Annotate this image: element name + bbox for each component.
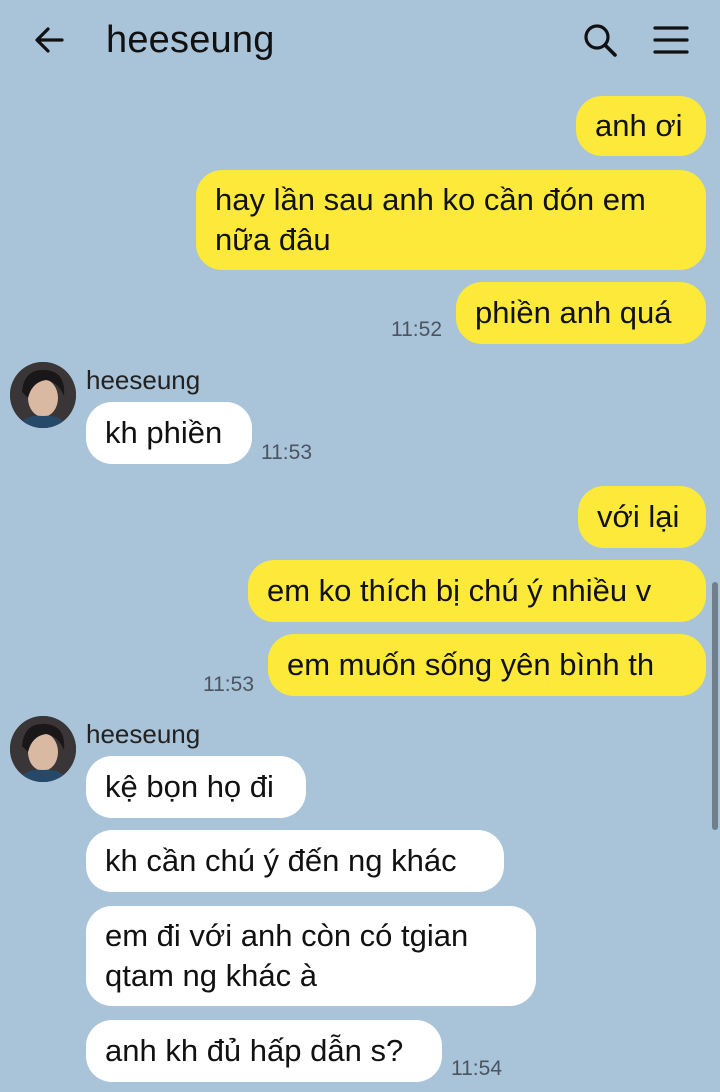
their-message-bubble[interactable]: em đi với anh còn có tgian qtam ng khác … [86, 906, 536, 1006]
avatar[interactable] [10, 716, 76, 782]
message-time: 11:54 [451, 1057, 502, 1080]
search-button[interactable] [580, 20, 620, 60]
my-message-bubble[interactable]: với lại [578, 486, 706, 548]
arrow-left-icon [35, 27, 64, 53]
their-message-bubble[interactable]: kh phiền [86, 402, 252, 464]
their-message-bubble[interactable]: anh kh đủ hấp dẫn s? [86, 1020, 442, 1082]
scrollbar[interactable] [712, 582, 718, 830]
their-message-bubble[interactable]: kh cần chú ý đến ng khác [86, 830, 504, 892]
profile-photo [10, 362, 76, 428]
chat-title: heeseung [106, 19, 275, 61]
my-message-bubble[interactable]: hay lần sau anh ko cần đón em nữa đâu [196, 170, 706, 270]
my-message-bubble[interactable]: em ko thích bị chú ý nhiều v [248, 560, 706, 622]
avatar[interactable] [10, 362, 76, 428]
menu-button[interactable] [650, 20, 692, 60]
message-time: 11:52 [391, 318, 442, 341]
sender-name: heeseung [86, 719, 201, 749]
my-message-bubble[interactable]: phiền anh quá [456, 282, 706, 344]
sender-name: heeseung [86, 365, 201, 395]
chat-header: heeseung [0, 0, 720, 82]
back-button[interactable] [30, 20, 70, 60]
message-time: 11:53 [203, 673, 254, 696]
my-message-bubble[interactable]: anh ơi [576, 96, 706, 156]
my-message-bubble[interactable]: em muốn sống yên bình th [268, 634, 706, 696]
profile-photo [10, 716, 76, 782]
search-icon [584, 24, 617, 57]
their-message-bubble[interactable]: kệ bọn họ đi [86, 756, 306, 818]
hamburger-menu-icon [653, 26, 689, 54]
message-time: 11:53 [261, 441, 312, 464]
